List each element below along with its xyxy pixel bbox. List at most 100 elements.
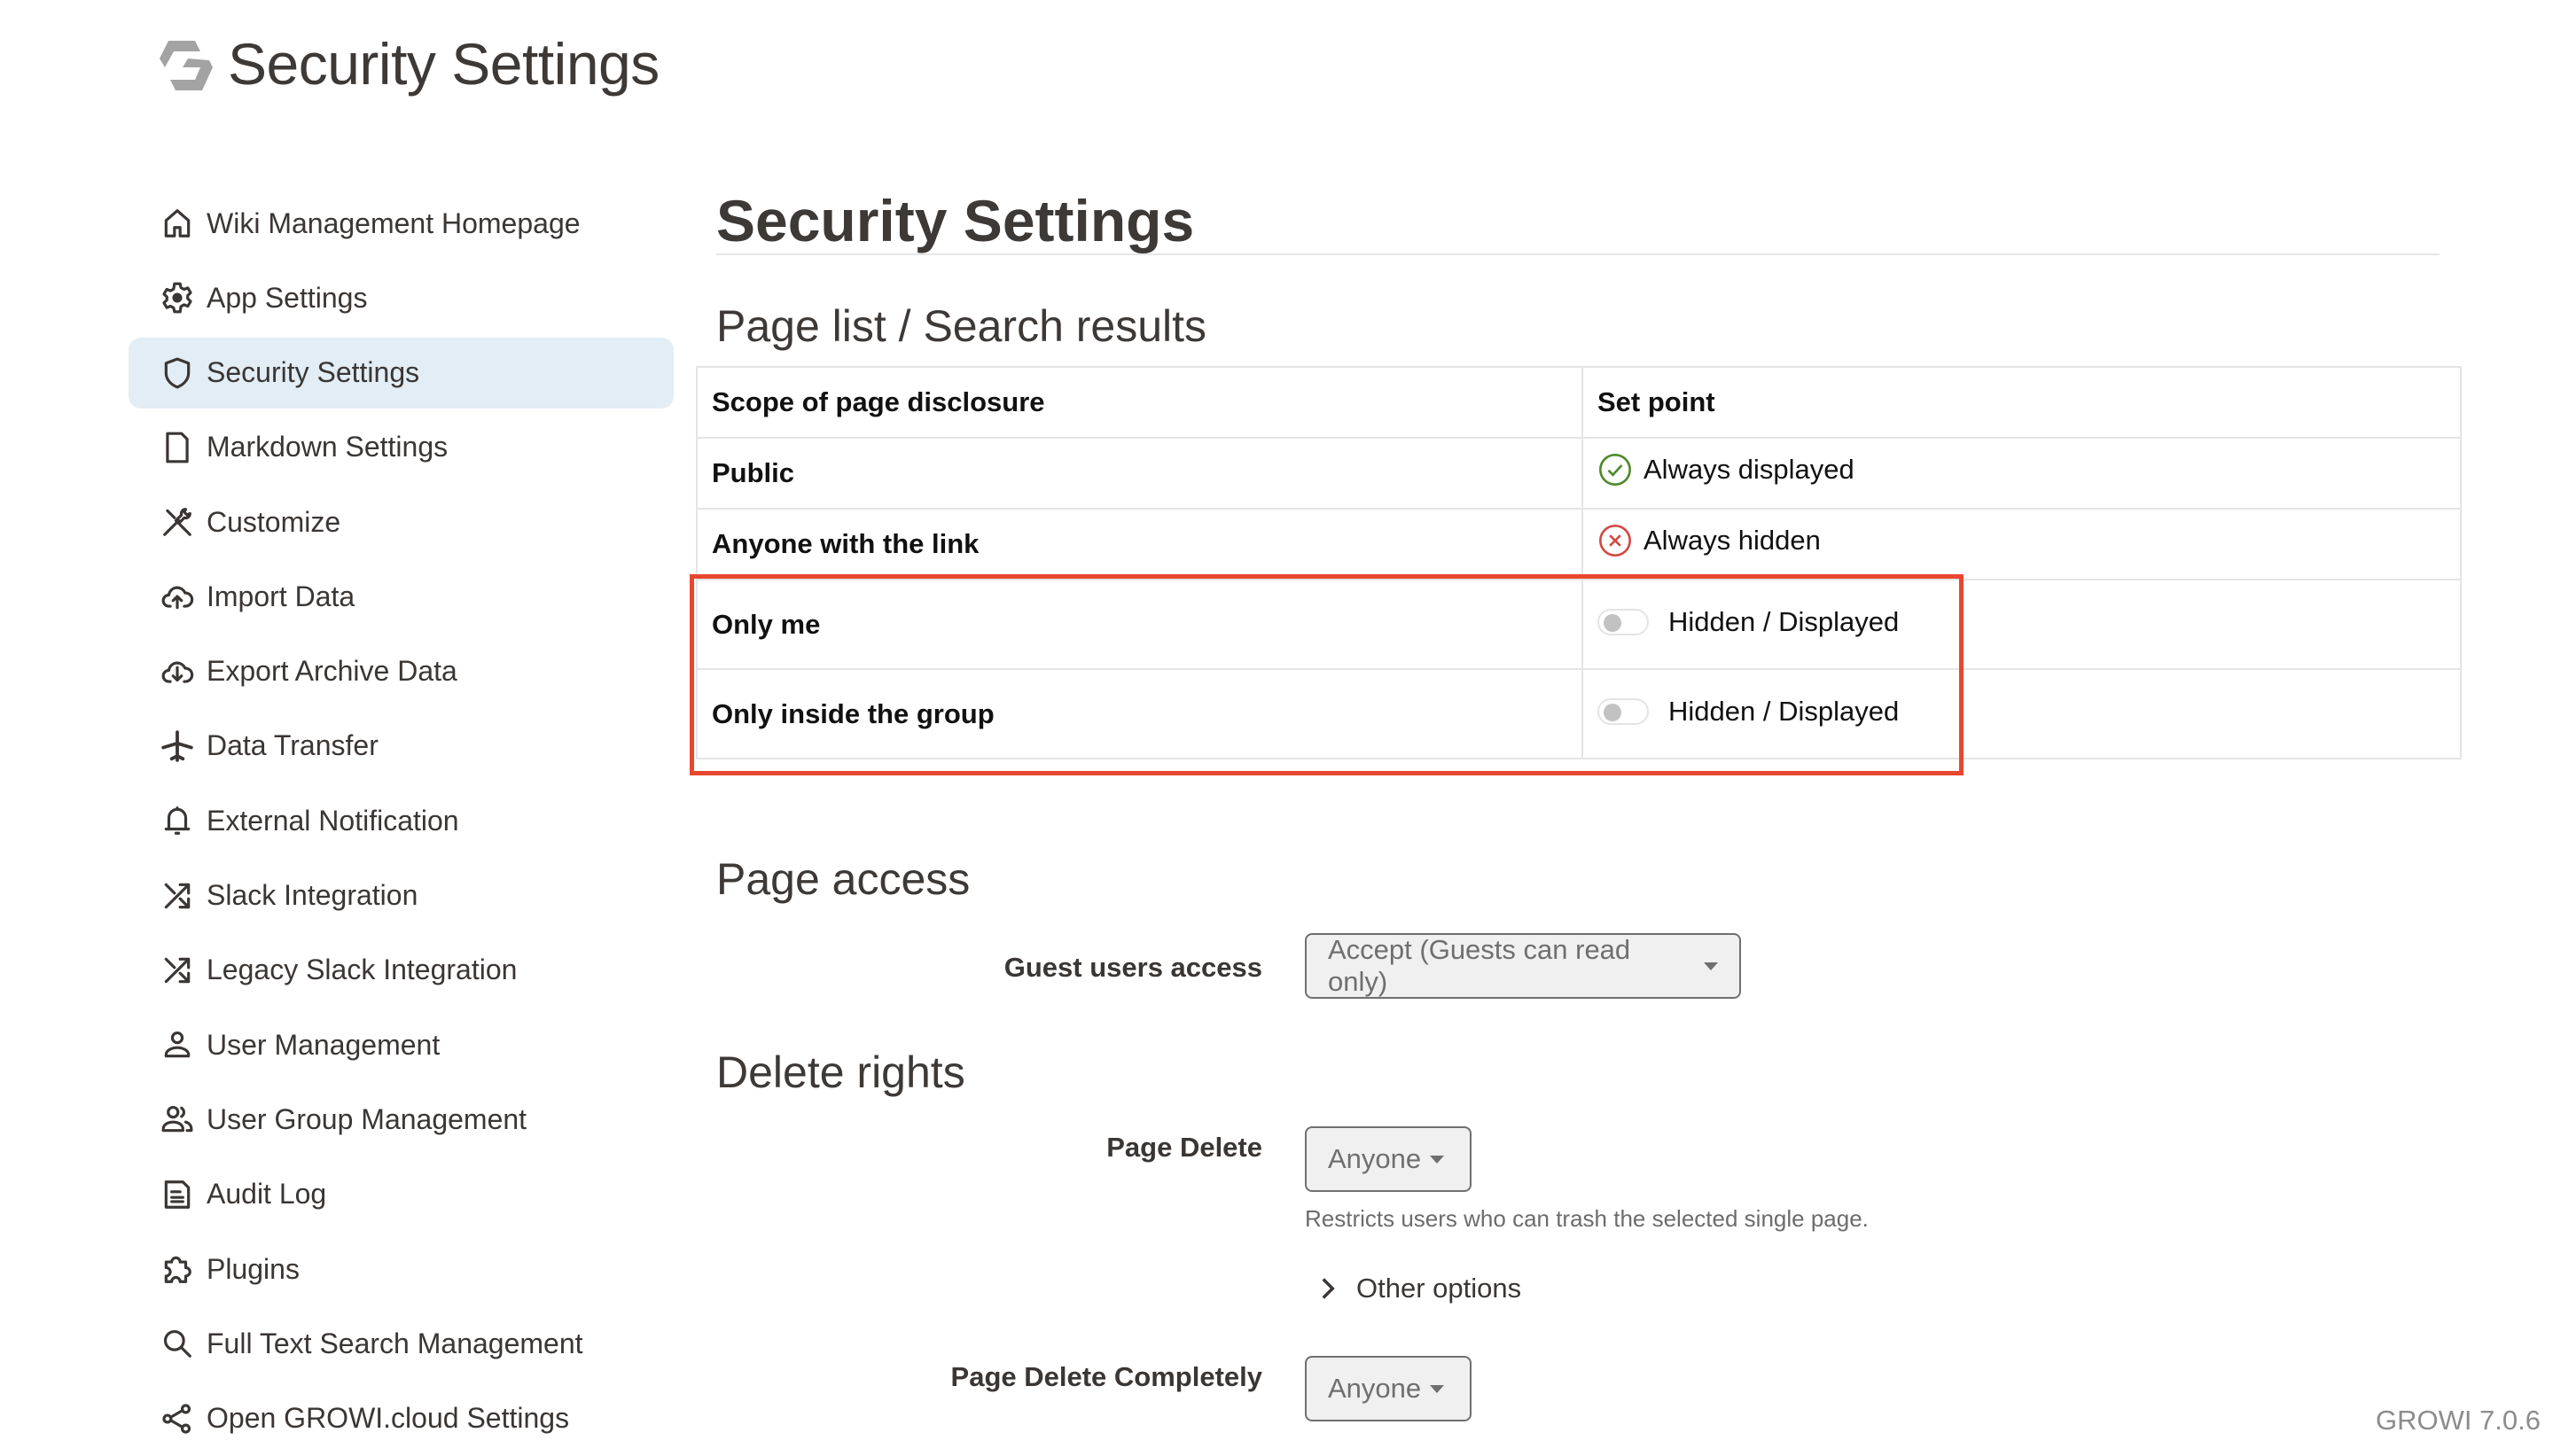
bell-icon [159, 802, 196, 839]
sidebar-item-label: Legacy Slack Integration [207, 954, 518, 986]
sidebar-item-external-notification[interactable]: External Notification [129, 783, 674, 858]
puzzle-icon [159, 1250, 196, 1288]
table-row: Public Always displayed [696, 437, 2462, 510]
sidebar-item-slack-integration[interactable]: Slack Integration [129, 858, 674, 932]
setting-cell: Always hidden [1581, 508, 2462, 580]
table-row: Only me Hidden / Displayed [696, 579, 2462, 670]
sidebar-item-plugins[interactable]: Plugins [129, 1232, 674, 1306]
shuffle-icon [159, 952, 196, 989]
page-delete-completely-label: Page Delete Completely [950, 1361, 1262, 1392]
page-delete-completely-dropdown[interactable]: Anyone [1305, 1356, 1472, 1421]
status-text: Always hidden [1643, 525, 1821, 556]
shuffle-icon [159, 877, 196, 915]
table-header-row: Scope of page disclosure Set point [696, 366, 2462, 439]
cloud-upload-icon [159, 578, 196, 615]
scope-cell: Only me [696, 579, 1583, 670]
status-text: Always displayed [1643, 454, 1854, 485]
sidebar-item-label: Import Data [207, 580, 355, 612]
sidebar-item-label: Full Text Search Management [207, 1327, 583, 1359]
scope-cell: Anyone with the link [696, 508, 1583, 580]
page-disclosure-table: Scope of page disclosure Set point Publi… [696, 366, 2462, 759]
sidebar-item-label: User Group Management [207, 1102, 527, 1135]
dropdown-value: Anyone [1328, 1373, 1422, 1404]
file-icon [159, 429, 196, 466]
toggle-knob [1604, 704, 1621, 721]
sidebar-item-import-data[interactable]: Import Data [129, 559, 674, 634]
sidebar-item-label: Data Transfer [207, 729, 379, 762]
table-row: Anyone with the link Always hidden [696, 508, 2462, 580]
table-row: Only inside the group Hidden / Displayed [696, 668, 2462, 759]
setting-cell: Hidden / Displayed [1581, 579, 2462, 670]
scope-cell: Only inside the group [696, 668, 1583, 759]
gear-icon [159, 279, 196, 316]
column-header-scope: Scope of page disclosure [696, 366, 1583, 439]
people-icon [159, 1101, 196, 1138]
sidebar-item-full-text-search-management[interactable]: Full Text Search Management [129, 1306, 674, 1381]
guest-users-access-dropdown[interactable]: Accept (Guests can read only) [1305, 933, 1741, 999]
version-label: GROWI 7.0.6 [2375, 1405, 2541, 1436]
growi-logo-icon [156, 39, 213, 94]
page-delete-dropdown[interactable]: Anyone [1305, 1126, 1472, 1192]
sidebar-item-wiki-management-homepage[interactable]: Wiki Management Homepage [129, 186, 674, 261]
sidebar-item-app-settings[interactable]: App Settings [129, 261, 674, 335]
airplane-icon [159, 728, 196, 765]
page-title: Security Settings [716, 188, 1195, 253]
sidebar-item-label: Export Archive Data [207, 655, 457, 688]
search-icon [159, 1325, 196, 1362]
guest-users-access-label: Guest users access [1003, 952, 1262, 983]
sidebar-item-user-management[interactable]: User Management [129, 1008, 674, 1082]
shield-icon [159, 354, 196, 392]
sidebar-item-label: User Management [207, 1028, 441, 1061]
toggle-label: Hidden / Displayed [1668, 696, 1900, 727]
dropdown-value: Anyone [1328, 1143, 1422, 1174]
sidebar-item-legacy-slack-integration[interactable]: Legacy Slack Integration [129, 933, 674, 1008]
check-circle-icon [1599, 454, 1631, 486]
page-list-heading: Page list / Search results [716, 301, 1207, 351]
other-options-label: Other options [1356, 1273, 1522, 1304]
sidebar-item-markdown-settings[interactable]: Markdown Settings [129, 410, 674, 485]
sidebar-item-label: Open GROWI.cloud Settings [207, 1402, 570, 1435]
caret-down-icon [1430, 1155, 1445, 1164]
setting-cell: Always displayed [1581, 437, 2462, 510]
sidebar-item-security-settings[interactable]: Security Settings [129, 337, 674, 409]
only-me-toggle[interactable] [1597, 609, 1649, 635]
sidebar-item-label: Security Settings [207, 356, 420, 389]
caret-down-icon [1704, 962, 1718, 970]
app-title: Security Settings [228, 31, 660, 97]
sidebar-item-open-growi-cloud-settings[interactable]: Open GROWI.cloud Settings [129, 1381, 674, 1455]
toggle-label: Hidden / Displayed [1668, 606, 1900, 637]
sidebar-item-label: Markdown Settings [207, 431, 449, 463]
page-delete-help-text: Restricts users who can trash the select… [1305, 1205, 1869, 1232]
admin-sidebar: Wiki Management Homepage App Settings Se… [129, 186, 674, 1456]
only-inside-group-toggle[interactable] [1597, 698, 1649, 725]
page-delete-label: Page Delete [1106, 1132, 1262, 1163]
sidebar-item-label: Customize [207, 505, 341, 538]
dropdown-value: Accept (Guests can read only) [1328, 934, 1631, 997]
caret-down-icon [1430, 1384, 1445, 1393]
scope-cell: Public [696, 437, 1583, 510]
toggle-knob [1604, 614, 1621, 632]
delete-rights-heading: Delete rights [716, 1047, 965, 1097]
sidebar-item-export-archive-data[interactable]: Export Archive Data [129, 634, 674, 708]
tools-icon [159, 503, 196, 541]
setting-cell: Hidden / Displayed [1581, 668, 2462, 759]
chevron-right-icon [1322, 1278, 1335, 1299]
document-icon [159, 1176, 196, 1213]
sidebar-item-label: Plugins [207, 1252, 300, 1285]
sidebar-item-label: App Settings [207, 281, 368, 314]
x-circle-icon [1599, 525, 1631, 557]
title-divider [716, 253, 2440, 255]
column-header-set-point: Set point [1581, 366, 2462, 439]
other-options-toggle[interactable]: Other options [1317, 1273, 1521, 1304]
sidebar-item-label: Wiki Management Homepage [207, 206, 581, 239]
sidebar-item-customize[interactable]: Customize [129, 485, 674, 559]
share-icon [159, 1400, 196, 1437]
sidebar-item-data-transfer[interactable]: Data Transfer [129, 709, 674, 783]
sidebar-item-user-group-management[interactable]: User Group Management [129, 1082, 674, 1156]
sidebar-item-label: External Notification [207, 804, 459, 837]
sidebar-item-audit-log[interactable]: Audit Log [129, 1157, 674, 1232]
person-icon [159, 1026, 196, 1063]
sidebar-item-label: Audit Log [207, 1178, 327, 1211]
cloud-download-icon [159, 653, 196, 690]
home-icon [159, 205, 196, 242]
